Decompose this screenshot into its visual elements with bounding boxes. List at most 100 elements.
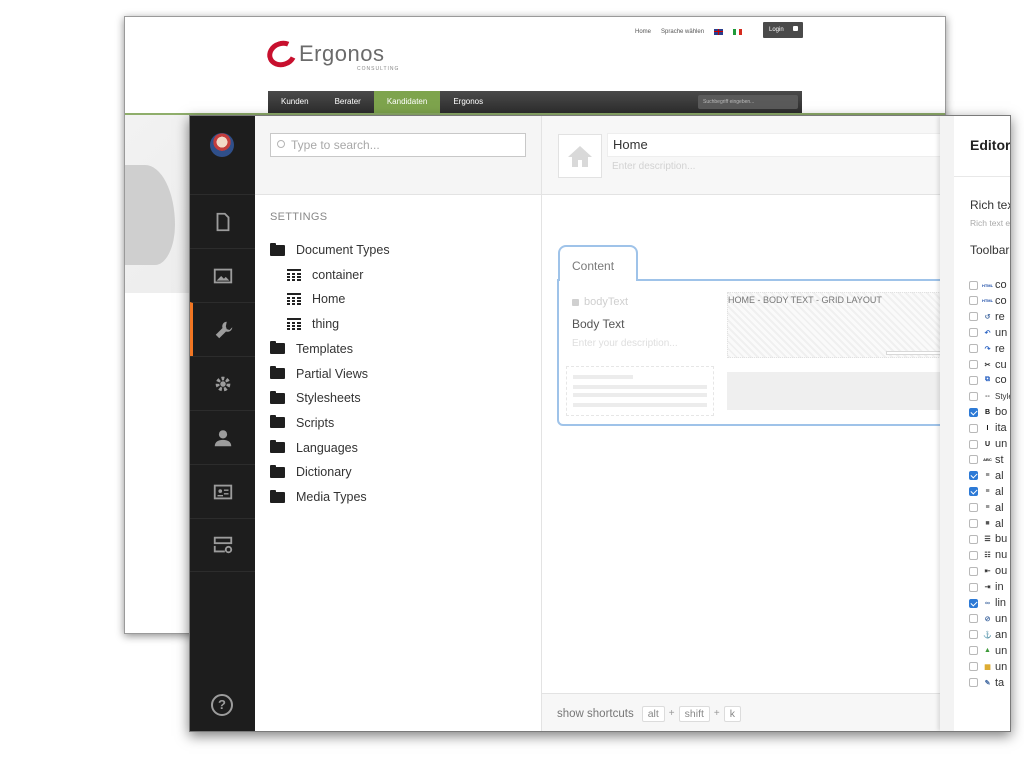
settings-section-button[interactable]: [190, 302, 255, 356]
toolbar-option[interactable]: Iita: [969, 421, 1007, 435]
toolbar-option-icon: ■: [985, 520, 990, 527]
nav-item-kandidaten[interactable]: Kandidaten: [373, 91, 441, 113]
site-search-input[interactable]: Suchbegriff eingeben...: [698, 95, 798, 109]
toolbar-option[interactable]: ⚓ an: [969, 628, 1007, 642]
checkbox[interactable]: [969, 407, 978, 417]
toolbar-option[interactable]: ↷ re: [969, 342, 1005, 356]
tab-content[interactable]: Content: [558, 245, 638, 281]
checkbox[interactable]: [969, 391, 978, 401]
toolbar-option[interactable]: ▦ un: [969, 660, 1007, 674]
toolbar-option[interactable]: ■ al: [969, 517, 1004, 531]
checkbox[interactable]: [969, 678, 978, 687]
checkbox[interactable]: [969, 662, 978, 672]
toolbar-option[interactable]: ≡ al: [969, 485, 1004, 499]
tree-item[interactable]: Home: [287, 289, 345, 309]
user-avatar[interactable]: [210, 133, 234, 157]
checkbox[interactable]: [969, 423, 978, 433]
settings-tree: Type to search... SETTINGS Document Type…: [255, 116, 542, 731]
property-description-input[interactable]: Enter your description...: [572, 338, 678, 349]
checkbox[interactable]: [969, 614, 978, 624]
home-link[interactable]: Home: [635, 29, 651, 35]
nav-item-ergonos[interactable]: Ergonos: [440, 91, 496, 113]
checkbox[interactable]: [969, 598, 978, 608]
toolbar-option[interactable]: ⇥ in: [969, 580, 1004, 594]
tree-item[interactable]: container: [287, 265, 363, 285]
checkbox[interactable]: [969, 280, 978, 290]
content-section-button[interactable]: [190, 194, 255, 248]
toolbar-label: Toolbar: [970, 243, 1010, 257]
home-icon: [568, 146, 592, 167]
toolbar-option[interactable]: HTML co: [969, 294, 1007, 308]
toolbar-option[interactable]: ⧉ co: [969, 373, 1007, 387]
grid-icon: [287, 293, 301, 306]
users-section-button[interactable]: [190, 410, 255, 464]
tree-item[interactable]: Document Types: [270, 240, 390, 260]
checkbox[interactable]: [969, 312, 978, 322]
toolbar-option[interactable]: ∞ lin: [969, 596, 1006, 610]
tree-item[interactable]: Dictionary: [270, 462, 352, 482]
toolbar-option[interactable]: Uun: [969, 437, 1007, 451]
uk-flag-icon[interactable]: [714, 29, 724, 35]
toolbar-option[interactable]: ≡ al: [969, 501, 1004, 515]
toolbar-option[interactable]: ✎ ta: [969, 676, 1004, 690]
checkbox[interactable]: [969, 375, 978, 385]
checkbox[interactable]: [969, 630, 978, 640]
checkbox[interactable]: [969, 455, 978, 465]
gear-icon: [215, 376, 230, 391]
property-alias-text: bodyText: [584, 296, 629, 308]
toolbar-option[interactable]: ABC st: [969, 453, 1004, 467]
doctype-name-input[interactable]: Home: [607, 133, 947, 157]
toolbar-option[interactable]: -- Style: [969, 389, 1010, 403]
tree-item[interactable]: Templates: [270, 339, 353, 359]
doctype-icon-picker[interactable]: [558, 134, 602, 178]
checkbox[interactable]: [969, 646, 978, 656]
toolbar-option[interactable]: ✂ cu: [969, 358, 1007, 372]
checkbox[interactable]: [969, 296, 978, 306]
members-section-button[interactable]: [190, 464, 255, 518]
checkbox[interactable]: [969, 582, 978, 592]
forms-section-button[interactable]: [190, 518, 255, 572]
property-name-input[interactable]: Body Text: [572, 317, 624, 331]
checkbox[interactable]: [969, 550, 978, 560]
checkbox[interactable]: [969, 519, 978, 528]
nav-item-kunden[interactable]: Kunden: [268, 91, 322, 113]
checkbox[interactable]: [969, 471, 978, 481]
media-section-button[interactable]: [190, 248, 255, 302]
checkbox[interactable]: [969, 360, 978, 369]
grid-icon: [287, 268, 301, 281]
tree-search-input[interactable]: Type to search...: [270, 133, 526, 157]
doctype-description-input[interactable]: Enter description...: [612, 161, 695, 172]
tree-item[interactable]: thing: [287, 314, 339, 334]
toolbar-option[interactable]: ⇤ ou: [969, 564, 1007, 578]
checkbox[interactable]: [969, 534, 978, 544]
toolbar-option[interactable]: ↶ un: [969, 326, 1007, 340]
help-icon[interactable]: ?: [211, 694, 233, 716]
login-button[interactable]: Login: [763, 22, 803, 38]
toolbar-option[interactable]: ▲ un: [969, 644, 1007, 658]
shortcuts-bar[interactable]: show shortcuts alt + shift + k: [542, 693, 940, 731]
checkbox[interactable]: [969, 344, 978, 354]
tree-item[interactable]: Scripts: [270, 413, 334, 433]
tree-item[interactable]: Partial Views: [270, 364, 368, 384]
toolbar-option[interactable]: HTML co: [969, 278, 1007, 292]
panel-title: Editor: [970, 137, 1011, 153]
checkbox[interactable]: [969, 439, 978, 449]
property-alias[interactable]: bodyText: [572, 296, 628, 308]
add-property-placeholder[interactable]: [566, 366, 714, 416]
italy-flag-icon[interactable]: [733, 29, 743, 35]
toolbar-option[interactable]: ≡ al: [969, 469, 1004, 483]
tree-item[interactable]: Media Types: [270, 487, 367, 507]
checkbox[interactable]: [969, 328, 978, 338]
checkbox[interactable]: [969, 487, 978, 497]
checkbox[interactable]: [969, 503, 978, 513]
toolbar-option[interactable]: ↺ re: [969, 310, 1005, 324]
toolbar-option[interactable]: Bbo: [969, 405, 1007, 419]
checkbox[interactable]: [969, 566, 978, 576]
toolbar-option[interactable]: ☷ nu: [969, 548, 1007, 562]
developer-section-button[interactable]: [190, 356, 255, 410]
toolbar-option[interactable]: ⊘ un: [969, 612, 1007, 626]
nav-item-berater[interactable]: Berater: [322, 91, 374, 113]
tree-item[interactable]: Languages: [270, 438, 358, 458]
toolbar-option[interactable]: ☰ bu: [969, 532, 1007, 546]
tree-item[interactable]: Stylesheets: [270, 388, 361, 408]
